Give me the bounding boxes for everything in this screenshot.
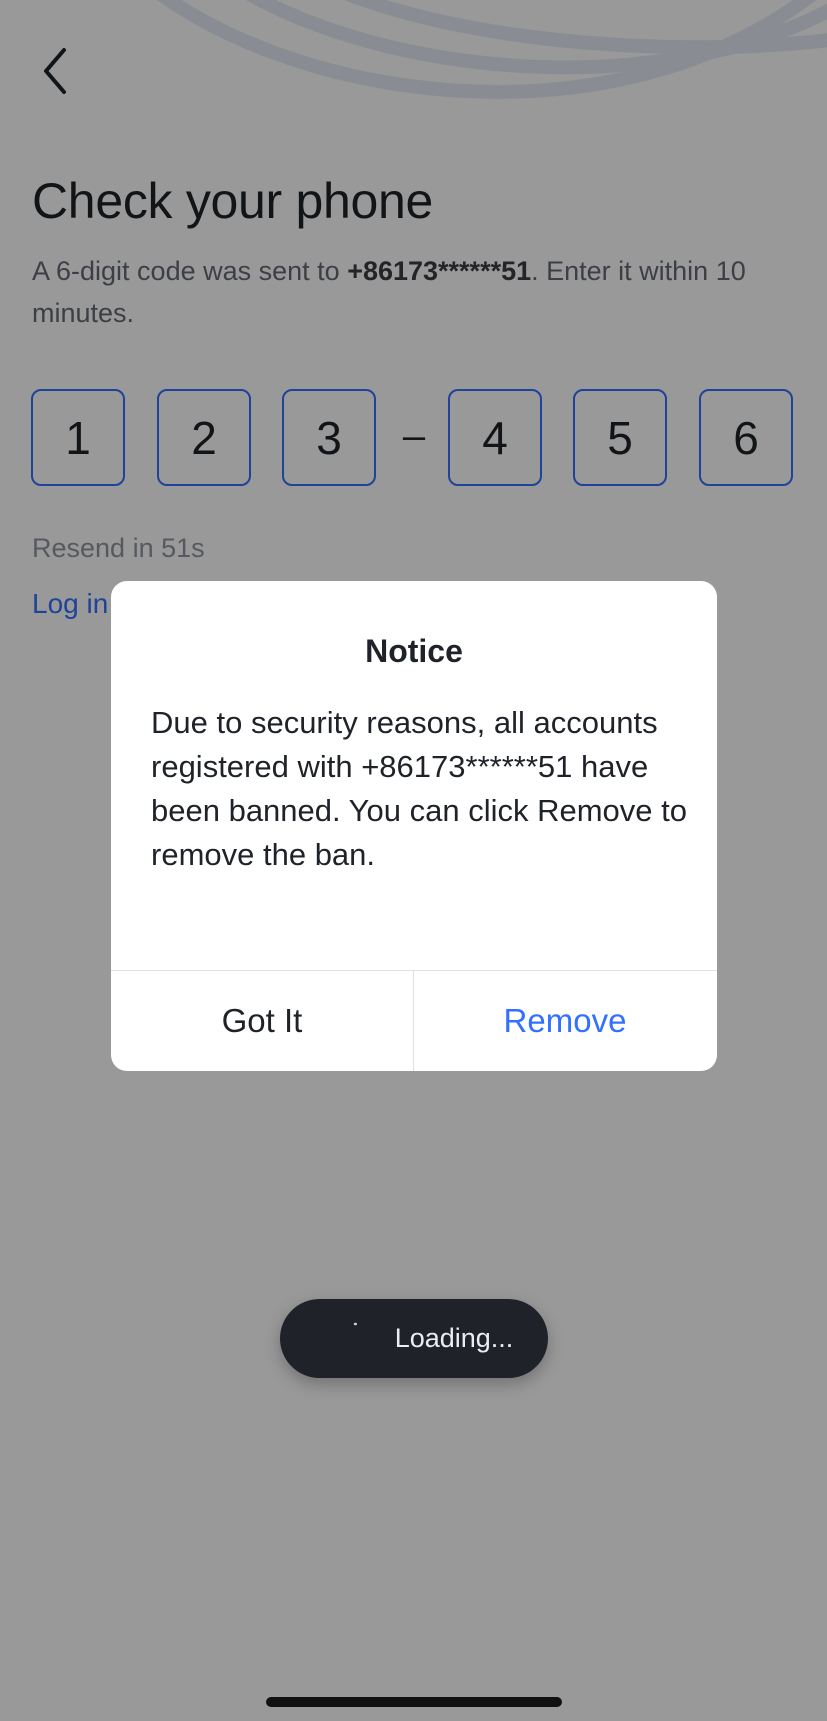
dialog-title: Notice bbox=[365, 633, 463, 669]
got-it-button[interactable]: Got It bbox=[111, 971, 413, 1071]
loading-text: Loading... bbox=[394, 1323, 514, 1353]
spinner-icon bbox=[353, 1322, 358, 1326]
notice-dialog: Notice Due to security reasons, all acco… bbox=[111, 581, 717, 1071]
home-indicator[interactable] bbox=[266, 1697, 562, 1707]
loading-toast: Loading... bbox=[280, 1299, 548, 1378]
remove-button[interactable]: Remove bbox=[414, 971, 716, 1071]
verify-code-screen: Check your phone A 6-digit code was sent… bbox=[0, 0, 827, 1721]
dialog-message: Due to security reasons, all accounts re… bbox=[151, 705, 687, 872]
